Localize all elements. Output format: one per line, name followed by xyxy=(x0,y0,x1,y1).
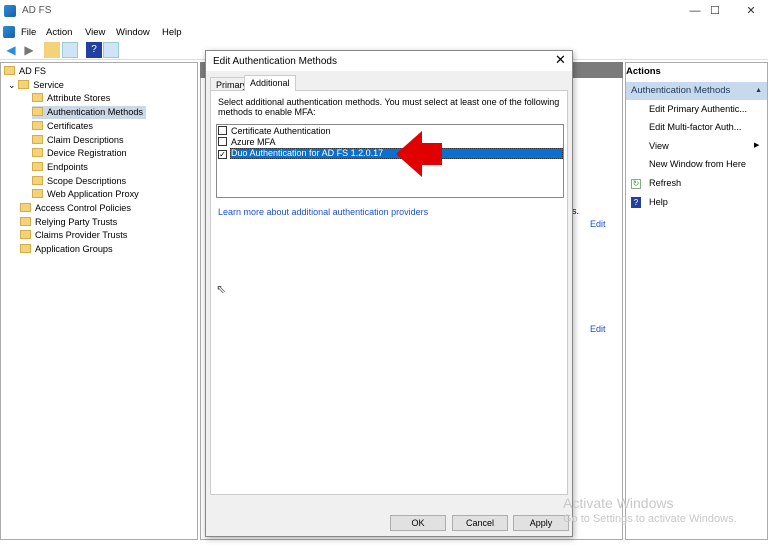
tree-item-label: Scope Descriptions xyxy=(47,175,127,186)
method-azure-mfa[interactable]: Azure MFA xyxy=(218,137,276,148)
action-view[interactable]: View xyxy=(649,141,669,151)
title-bar xyxy=(0,0,768,22)
action-new-window[interactable]: New Window from Here xyxy=(649,159,746,169)
tree-item-label: Access Control Policies xyxy=(35,203,131,213)
tree-item[interactable]: Attribute Stores xyxy=(32,92,113,105)
tab-additional[interactable]: Additional xyxy=(244,75,296,91)
folder-icon xyxy=(4,66,15,75)
submenu-arrow-icon: ▶ xyxy=(754,142,760,149)
tree-item-label: AD FS xyxy=(19,66,47,76)
checkbox-checked[interactable]: ✓ xyxy=(218,150,227,159)
folder-icon xyxy=(32,120,43,130)
up-folder-icon[interactable] xyxy=(44,42,60,58)
tree-item-label: Endpoints xyxy=(47,161,88,172)
learn-more-link[interactable]: Learn more about additional authenticati… xyxy=(218,207,428,217)
action-edit-mfa[interactable]: Edit Multi-factor Auth... xyxy=(649,122,741,132)
tree-item[interactable]: Claim Descriptions xyxy=(32,134,127,147)
tree-item[interactable]: ⌄ Service xyxy=(8,79,67,92)
action-edit-primary[interactable]: Edit Primary Authentic... xyxy=(649,104,747,114)
ok-button[interactable]: OK xyxy=(390,515,446,531)
dialog-title: Edit Authentication Methods xyxy=(213,56,337,67)
cancel-button[interactable]: Cancel xyxy=(452,515,508,531)
window-title: AD FS xyxy=(22,5,52,16)
refresh-icon: ↻ xyxy=(631,179,641,189)
tree-item[interactable]: Certificates xyxy=(32,120,96,133)
partial-text: s. xyxy=(572,206,580,216)
tree-item[interactable]: Scope Descriptions xyxy=(32,175,129,188)
folder-icon xyxy=(18,79,30,89)
tree-item[interactable]: AD FS xyxy=(4,65,49,78)
tree-item[interactable]: Claims Provider Trusts xyxy=(20,229,130,242)
edit-link-primary[interactable]: Edit xyxy=(590,219,606,229)
dialog-close-button[interactable]: ✕ xyxy=(555,52,566,68)
tree-item[interactable]: Authentication Methods xyxy=(32,106,147,120)
folder-icon xyxy=(32,107,43,117)
apply-button[interactable]: Apply xyxy=(513,515,569,531)
menu-help[interactable]: Help xyxy=(162,27,182,38)
tree-item[interactable]: Access Control Policies xyxy=(20,202,134,215)
method-certificate-authentication[interactable]: Certificate Authentication xyxy=(218,126,331,137)
tree-item-label: Claims Provider Trusts xyxy=(35,230,128,241)
method-label: Duo Authentication for AD FS 1.2.0.17 xyxy=(231,148,384,158)
expand-chevron-icon[interactable]: ⌄ xyxy=(8,80,18,90)
maximize-button[interactable]: ☐ xyxy=(700,0,730,22)
tree-item-label: Authentication Methods xyxy=(47,107,144,118)
activation-watermark-title: Activate Windows xyxy=(563,495,674,511)
actions-header: Actions xyxy=(626,66,661,77)
help-icon: ? xyxy=(631,197,641,208)
help-icon[interactable]: ? xyxy=(86,42,102,58)
tree-item-label: Relying Party Trusts xyxy=(35,216,118,227)
folder-icon xyxy=(32,134,43,144)
tree-item-label: Device Registration xyxy=(47,148,127,159)
menu-action[interactable]: Action xyxy=(46,27,72,38)
checkbox[interactable] xyxy=(218,137,227,146)
adfs-app-icon xyxy=(4,5,16,17)
method-label: Azure MFA xyxy=(231,137,276,147)
menu-file[interactable]: File xyxy=(21,27,36,38)
instruction-text: Select additional authentication methods… xyxy=(218,97,560,117)
checkbox[interactable] xyxy=(218,126,227,135)
action-help[interactable]: Help xyxy=(649,197,668,207)
tree-item-label: Certificates xyxy=(47,120,93,131)
close-button[interactable]: ✕ xyxy=(736,0,766,22)
tree-item-label: Attribute Stores xyxy=(47,93,111,104)
show-hide-tree-icon[interactable] xyxy=(62,42,78,58)
tree-item[interactable]: Endpoints xyxy=(32,161,91,174)
tree-item[interactable]: Relying Party Trusts xyxy=(20,216,120,229)
red-arrow-annotation xyxy=(396,131,442,177)
folder-icon xyxy=(20,216,31,226)
tree-item-label: Claim Descriptions xyxy=(47,134,124,145)
folder-icon xyxy=(20,230,31,240)
folder-icon xyxy=(32,189,43,199)
method-label: Certificate Authentication xyxy=(231,126,331,136)
actions-section-authentication-methods[interactable]: Authentication Methods ▲ xyxy=(626,82,767,100)
system-menu-icon[interactable] xyxy=(3,26,15,38)
actions-pane xyxy=(625,62,768,540)
activation-watermark-text: Go to Settings to activate Windows. xyxy=(563,513,737,525)
tree-item-label: Web Application Proxy xyxy=(47,189,139,200)
folder-icon xyxy=(20,203,31,212)
tree-item[interactable]: Web Application Proxy xyxy=(32,188,142,201)
forward-icon[interactable]: ▶ xyxy=(21,42,37,58)
back-icon[interactable]: ◀ xyxy=(3,42,19,58)
tree-item-label: Application Groups xyxy=(35,244,113,255)
tree-item[interactable]: Device Registration xyxy=(32,147,130,160)
folder-icon xyxy=(32,93,43,103)
menu-view[interactable]: View xyxy=(85,27,105,38)
folder-icon xyxy=(20,244,31,254)
section-label: Authentication Methods xyxy=(631,85,731,96)
folder-icon xyxy=(32,161,43,171)
method-duo-authentication[interactable]: ✓ Duo Authentication for AD FS 1.2.0.17 xyxy=(218,148,383,159)
tree-item[interactable]: Application Groups xyxy=(20,243,116,256)
tree-item-label: Service xyxy=(33,79,64,90)
folder-icon xyxy=(32,148,43,158)
folder-icon xyxy=(32,175,43,185)
show-hide-action-pane-icon[interactable] xyxy=(103,42,119,58)
edit-link-mfa[interactable]: Edit xyxy=(590,324,606,334)
menu-window[interactable]: Window xyxy=(116,27,150,38)
action-refresh[interactable]: Refresh xyxy=(649,178,681,188)
mouse-cursor-icon: ⇖ xyxy=(216,282,227,296)
collapse-icon[interactable]: ▲ xyxy=(755,82,762,100)
